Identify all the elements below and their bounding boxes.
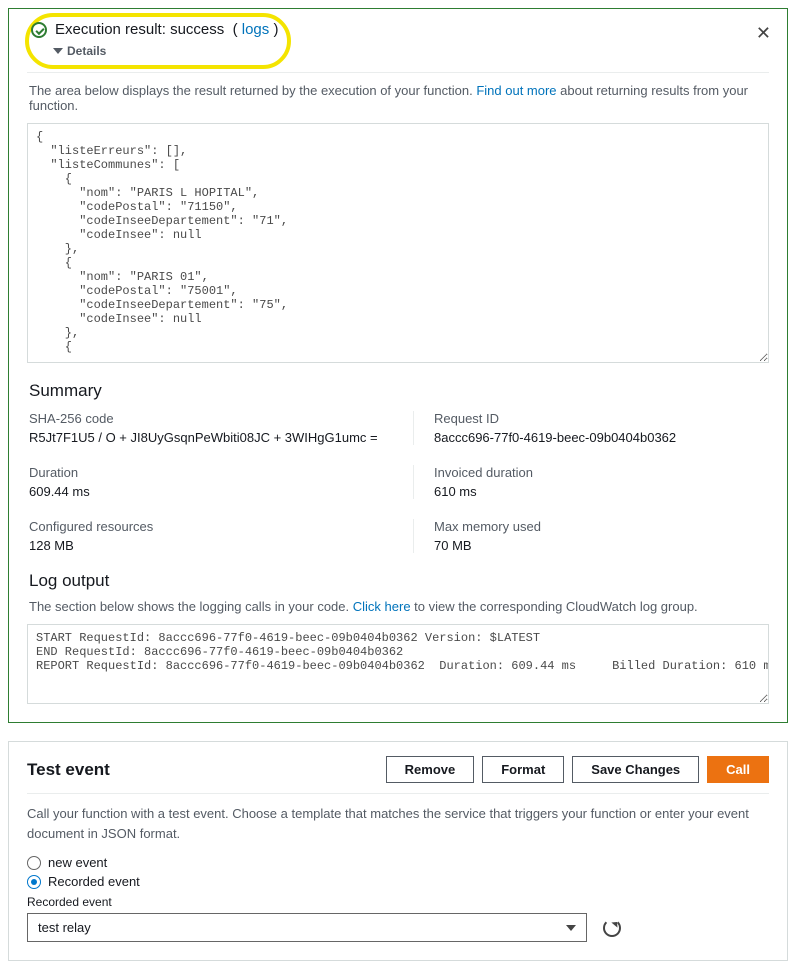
test-head: Test event Remove Format Save Changes Ca… — [27, 756, 769, 783]
invoiced-value: 610 ms — [434, 484, 767, 499]
recorded-event-row: test relay — [27, 913, 769, 942]
result-header: Execution result: success ( logs ) Detai… — [27, 19, 769, 66]
refresh-icon[interactable] — [603, 919, 621, 937]
summary-duration: Duration 609.44 ms — [29, 465, 383, 499]
result-json-box[interactable]: { "listeErreurs": [], "listeCommunes": [… — [27, 123, 769, 363]
remove-button[interactable]: Remove — [386, 756, 475, 783]
request-value: 8accc696-77f0-4619-beec-09b0404b0362 — [434, 430, 767, 445]
recorded-event-label: Recorded event — [27, 895, 769, 909]
details-label: Details — [67, 44, 106, 58]
test-event-panel: Test event Remove Format Save Changes Ca… — [8, 741, 788, 961]
chevron-down-icon — [566, 925, 576, 931]
execution-result-panel: ✕ Execution result: success ( logs ) Det… — [8, 8, 788, 723]
summary-heading: Summary — [29, 381, 767, 401]
intro-before: The area below displays the result retur… — [29, 83, 476, 98]
cloudwatch-link[interactable]: Click here — [353, 599, 411, 614]
chevron-down-icon — [53, 48, 63, 54]
title-prefix: Execution result: — [55, 21, 170, 38]
logs-link[interactable]: logs — [242, 21, 270, 38]
radio-new-label: new event — [48, 855, 107, 870]
summary-invoiced: Invoiced duration 610 ms — [413, 465, 767, 499]
save-changes-button[interactable]: Save Changes — [572, 756, 699, 783]
call-button[interactable]: Call — [707, 756, 769, 783]
duration-label: Duration — [29, 465, 383, 480]
maxmem-label: Max memory used — [434, 519, 767, 534]
summary-maxmem: Max memory used 70 MB — [413, 519, 767, 553]
summary-request: Request ID 8accc696-77f0-4619-beec-09b04… — [413, 411, 767, 445]
result-title: Execution result: success ( logs ) — [55, 21, 278, 38]
duration-value: 609.44 ms — [29, 484, 383, 499]
summary-sha: SHA-256 code R5Jt7F1U5 / O + JI8UyGsqnPe… — [29, 411, 383, 445]
test-event-heading: Test event — [27, 760, 110, 780]
summary-grid: SHA-256 code R5Jt7F1U5 / O + JI8UyGsqnPe… — [29, 411, 767, 553]
radio-new-event[interactable]: new event — [27, 855, 769, 870]
invoiced-label: Invoiced duration — [434, 465, 767, 480]
log-intro-after: to view the corresponding CloudWatch log… — [411, 599, 698, 614]
find-out-more-link[interactable]: Find out more — [476, 83, 556, 98]
test-description: Call your function with a test event. Ch… — [27, 804, 769, 843]
maxmem-value: 70 MB — [434, 538, 767, 553]
select-value: test relay — [38, 920, 91, 935]
sha-label: SHA-256 code — [29, 411, 383, 426]
divider — [27, 793, 769, 794]
summary-config: Configured resources 128 MB — [29, 519, 383, 553]
radio-recorded-label: Recorded event — [48, 874, 140, 889]
sha-value: R5Jt7F1U5 / O + JI8UyGsqnPeWbiti08JC + 3… — [29, 430, 383, 445]
test-buttons: Remove Format Save Changes Call — [386, 756, 769, 783]
config-label: Configured resources — [29, 519, 383, 534]
result-intro: The area below displays the result retur… — [29, 83, 767, 113]
radio-icon — [27, 856, 41, 870]
format-button[interactable]: Format — [482, 756, 564, 783]
log-intro: The section below shows the logging call… — [29, 599, 767, 614]
log-output-box[interactable]: START RequestId: 8accc696-77f0-4619-beec… — [27, 624, 769, 704]
log-heading: Log output — [29, 571, 767, 591]
request-label: Request ID — [434, 411, 767, 426]
result-title-row: Execution result: success ( logs ) — [31, 21, 765, 38]
divider — [27, 72, 769, 73]
title-status: success — [170, 21, 224, 38]
success-check-icon — [31, 22, 47, 38]
config-value: 128 MB — [29, 538, 383, 553]
radio-recorded-event[interactable]: Recorded event — [27, 874, 769, 889]
radio-icon — [27, 875, 41, 889]
details-toggle[interactable]: Details — [53, 44, 765, 58]
log-intro-before: The section below shows the logging call… — [29, 599, 353, 614]
recorded-event-select[interactable]: test relay — [27, 913, 587, 942]
